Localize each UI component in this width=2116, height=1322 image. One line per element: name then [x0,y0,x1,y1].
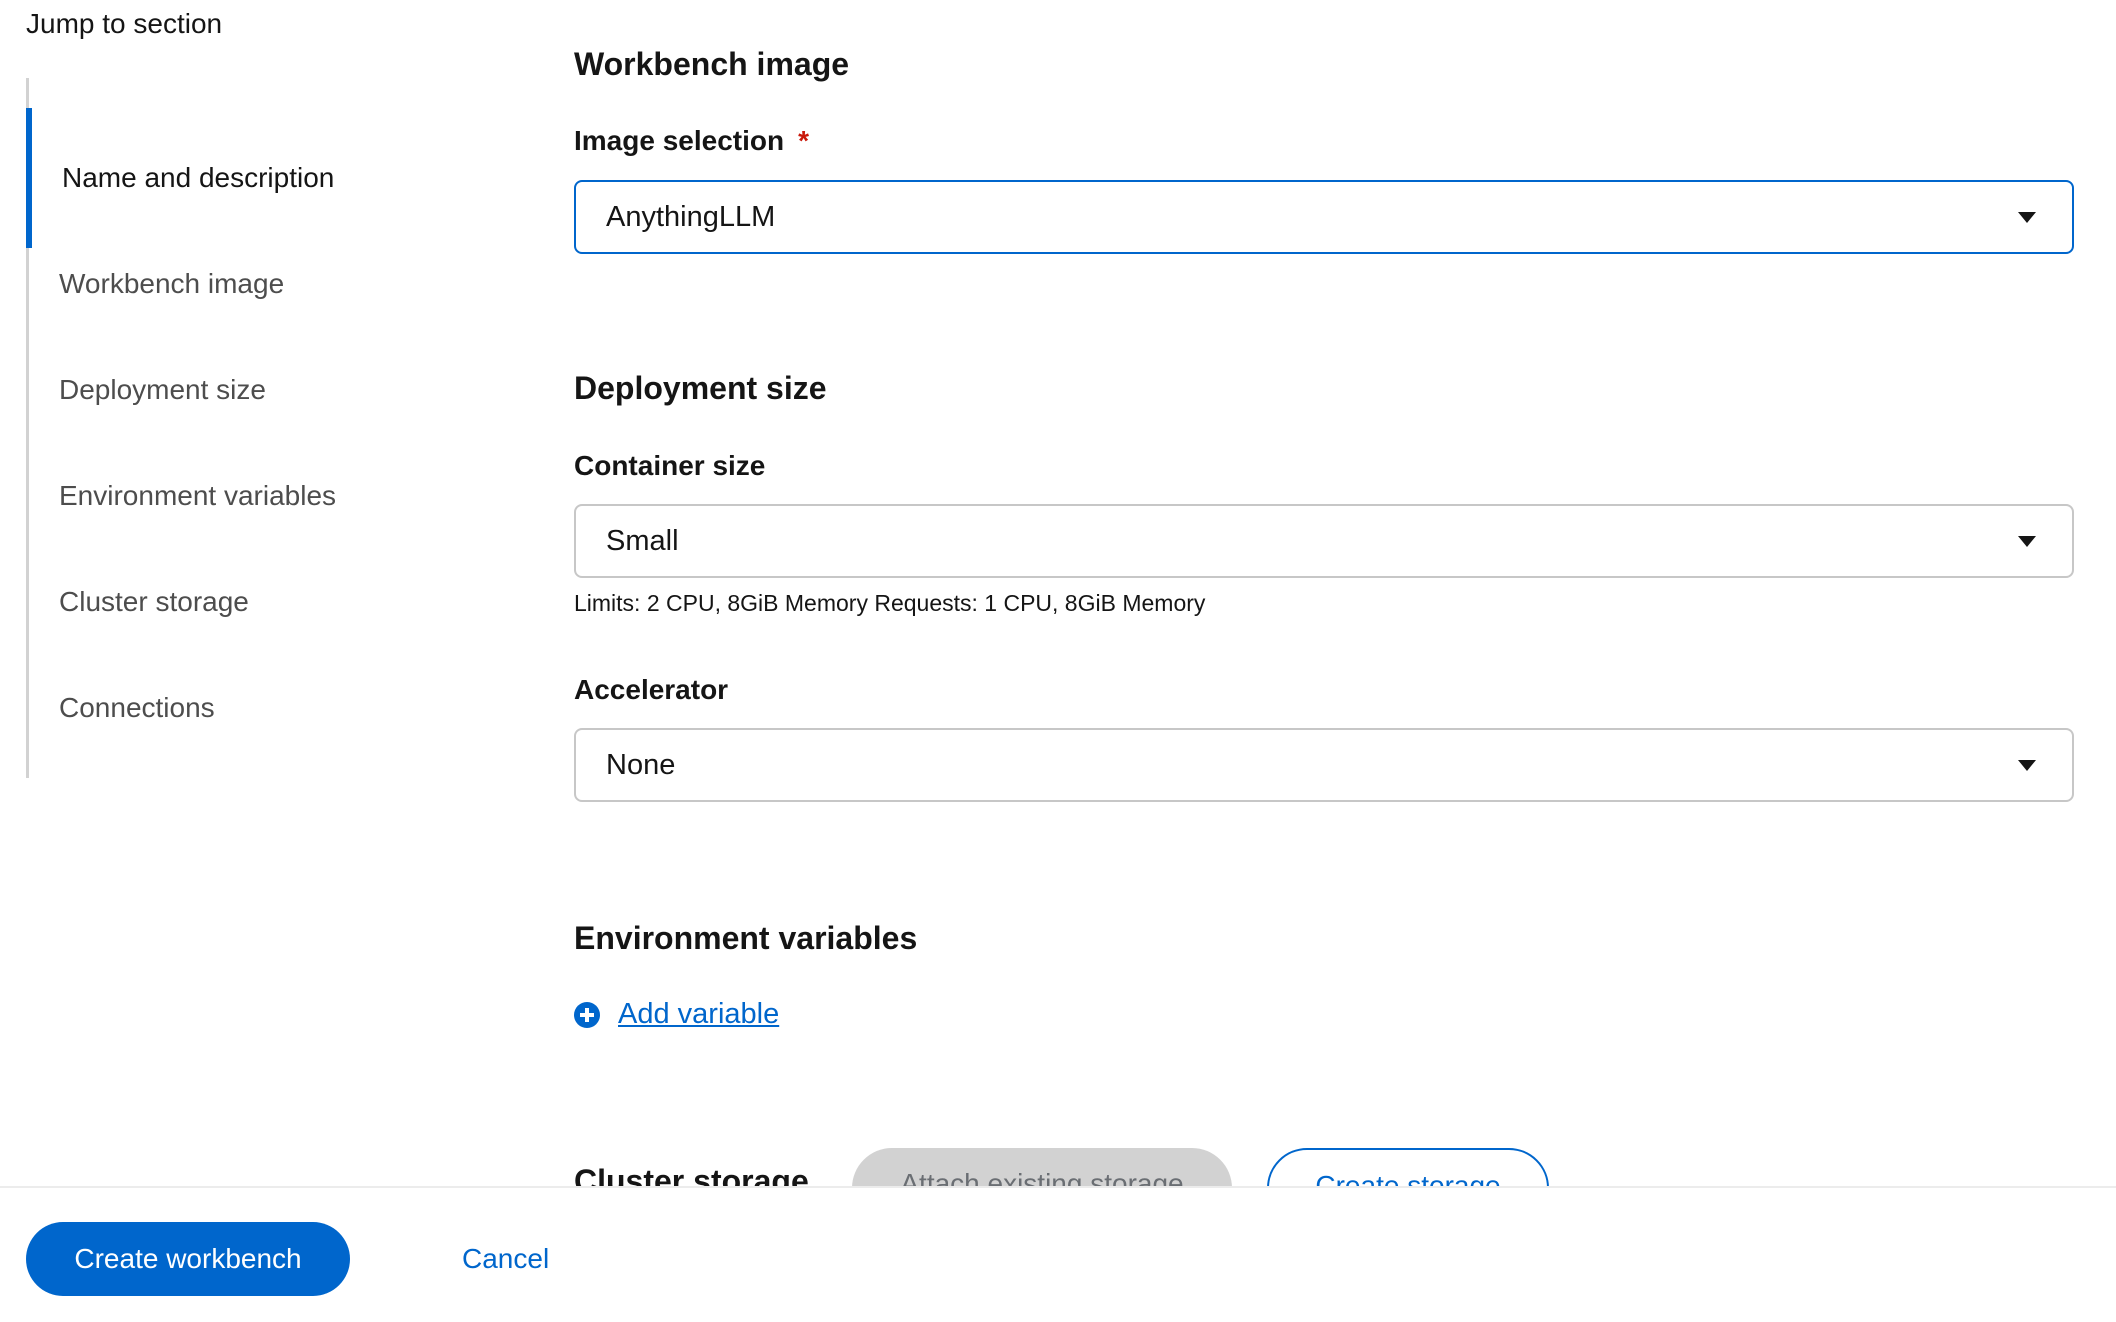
environment-variables-heading: Environment variables [574,920,918,956]
workbench-image-heading: Workbench image [574,46,850,82]
caret-down-icon [2018,760,2036,771]
footer-action-bar: Create workbench Cancel [0,1186,2116,1322]
add-variable-label: Add variable [618,998,780,1030]
container-size-value: Small [606,524,679,557]
jump-to-section-nav: Name and description Workbench image Dep… [26,78,449,778]
jump-to-section-title: Jump to section [26,8,223,39]
add-variable-button[interactable]: Add variable [574,998,779,1031]
container-size-dropdown[interactable]: Small [574,504,2074,578]
caret-down-icon [2018,212,2036,223]
cancel-button[interactable]: Cancel [462,1222,549,1296]
caret-down-icon [2018,536,2036,547]
jump-item-connections[interactable]: Connections [29,638,409,778]
image-selection-value: AnythingLLM [606,200,776,233]
container-size-helper-text: Limits: 2 CPU, 8GiB Memory Requests: 1 C… [574,590,1206,616]
container-size-label: Container size [574,450,766,481]
image-selection-dropdown[interactable]: AnythingLLM [574,180,2074,254]
required-marker: * [798,125,809,156]
image-selection-label: Image selection * [574,125,809,157]
accelerator-value: None [606,748,676,781]
image-selection-label-text: Image selection [574,125,785,156]
deployment-size-heading: Deployment size [574,370,827,406]
create-workbench-button[interactable]: Create workbench [26,1222,350,1296]
accelerator-label: Accelerator [574,674,729,705]
accelerator-dropdown[interactable]: None [574,728,2074,802]
plus-circle-icon [574,1001,600,1028]
